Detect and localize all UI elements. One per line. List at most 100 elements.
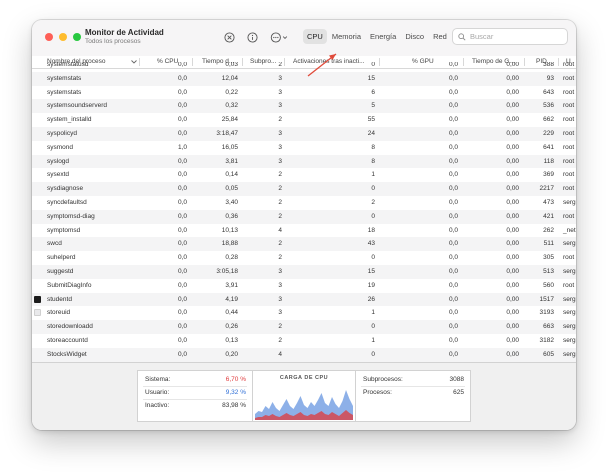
table-row[interactable]: SubmitDiagInfo 0,0 3,91 3 19 0,0 0,00 560 root [32, 279, 576, 293]
threads: 3 [278, 130, 282, 137]
gpu-percent: 0,0 [448, 337, 458, 344]
idle-wakeups: 0 [371, 254, 375, 262]
user: root [563, 62, 575, 68]
table-row[interactable]: storedownloadd 0,0 0,26 2 0 0,0 0,00 663 serg [32, 320, 576, 334]
user: serg [563, 268, 576, 275]
window-title: Monitor de Actividad [85, 28, 164, 37]
user: root [563, 185, 575, 193]
cpu-time: 3,91 [225, 281, 238, 289]
tab-red[interactable]: Red [429, 29, 451, 44]
cpu-time: 3,81 [225, 157, 238, 165]
stop-process-button[interactable] [223, 31, 235, 43]
search-input[interactable] [470, 32, 560, 41]
threads: 2 [278, 323, 282, 331]
table-row[interactable]: system_installd 0,0 25,84 2 55 0,0 0,00 662 root [32, 113, 576, 127]
idle-wakeups: 6 [371, 88, 375, 96]
process-name: storeuid [47, 309, 71, 317]
gpu-percent: 0,0 [448, 309, 458, 317]
table-row[interactable]: suggestd 0,0 3:05,18 3 15 0,0 0,00 513 serg [32, 265, 576, 279]
cpu-percent: 1,0 [177, 143, 187, 151]
idle-wakeups: 1 [371, 171, 375, 179]
traffic-lights [45, 33, 81, 41]
cpu-load-title: CARGA DE CPU [279, 375, 329, 381]
cpu-percent: 0,0 [177, 185, 187, 193]
threads: 3 [278, 281, 282, 289]
cpu-time: 25,84 [221, 116, 238, 124]
inspect-process-button[interactable] [246, 31, 258, 43]
table-row[interactable]: systemstats 0,0 12,04 3 15 0,0 0,00 93 root [32, 71, 576, 86]
gpu-percent: 0,0 [448, 74, 458, 82]
threads: 2 [278, 240, 282, 248]
table-row[interactable]: syslogd 0,0 3,81 3 8 0,0 0,00 118 root [32, 154, 576, 169]
cpu-percent: 0,0 [177, 350, 187, 358]
gpu-time: 0,00 [506, 171, 519, 179]
cpu-percent: 0,0 [177, 171, 187, 179]
cpu-percent: 0,0 [177, 212, 187, 220]
table-row[interactable]: storeuid 0,0 0,44 3 1 0,0 0,00 3193 serg [32, 306, 576, 320]
threads: 2 [278, 116, 282, 124]
process-name: suggestd [47, 268, 74, 275]
table-row[interactable]: suhelperd 0,0 0,28 2 0 0,0 0,00 305 root [32, 251, 576, 265]
gpu-percent: 0,0 [448, 240, 458, 248]
process-name: systemstatusd [47, 62, 89, 68]
cpu-percent: 0,0 [177, 102, 187, 110]
user: root [563, 130, 575, 137]
table-row[interactable]: symptomsd 0,0 10,13 4 18 0,0 0,00 262 _net [32, 224, 576, 238]
cpu-percent: 0,0 [177, 309, 187, 317]
cpu-time: 0,05 [225, 185, 238, 193]
tab-disco[interactable]: Disco [401, 29, 428, 44]
cpu-time: 0,32 [225, 102, 238, 110]
table-row[interactable]: systemstats 0,0 0,22 3 6 0,0 0,00 643 root [32, 86, 576, 100]
user: serg [563, 309, 576, 317]
user: root [563, 171, 575, 179]
cpu-time: 18,88 [221, 240, 238, 248]
more-actions-button[interactable] [269, 31, 289, 43]
pid: 421 [543, 212, 554, 220]
table-row[interactable]: sysmond 1,0 16,05 3 8 0,0 0,00 641 root [32, 141, 576, 155]
threads: 3 [278, 295, 282, 303]
table-row[interactable]: storeaccountd 0,0 0,13 2 1 0,0 0,00 3182 serg [32, 334, 576, 348]
process-count-panel: Subprocesos: 3088 Procesos: 625 [355, 370, 471, 422]
tab-bar: CPU Memoria Energía Disco Red [303, 29, 452, 44]
user: root [563, 116, 575, 124]
tab-memoria[interactable]: Memoria [328, 29, 365, 44]
table-row[interactable]: sysdiagnose 0,0 0,05 2 0 0,0 0,00 2217 root [32, 182, 576, 196]
system-label: Sistema: [145, 376, 171, 383]
search-field[interactable] [452, 28, 568, 45]
tab-cpu[interactable]: CPU [303, 29, 327, 44]
user: root [563, 74, 575, 82]
minimize-window-button[interactable] [59, 33, 67, 41]
table-row[interactable]: systemstatusd 0,0 0,03 2 0 0,0 0,00 388 root [32, 62, 576, 72]
tab-energia[interactable]: Energía [366, 29, 400, 44]
table-row[interactable]: sysextd 0,0 0,14 2 1 0,0 0,00 369 root [32, 168, 576, 182]
zoom-window-button[interactable] [73, 33, 81, 41]
close-window-button[interactable] [45, 33, 53, 41]
cpu-load-graph [255, 390, 353, 420]
gpu-percent: 0,0 [448, 199, 458, 206]
table-row[interactable]: swcd 0,0 18,88 2 43 0,0 0,00 511 serg [32, 237, 576, 252]
table-row[interactable]: StocksWidget 0,0 0,20 4 0 0,0 0,00 605 serg [32, 347, 576, 362]
gpu-time: 0,00 [506, 143, 519, 151]
gpu-percent: 0,0 [448, 295, 458, 303]
pid: 560 [543, 281, 554, 289]
idle-value: 83,98 % [222, 402, 246, 409]
threads: 3 [278, 309, 282, 317]
idle-wakeups: 0 [371, 212, 375, 220]
table-row[interactable]: studentd 0,0 4,19 3 26 0,0 0,00 1517 serg [32, 292, 576, 307]
table-row[interactable]: syspolicyd 0,0 3:18,47 3 24 0,0 0,00 229 root [32, 127, 576, 141]
threads: 2 [278, 337, 282, 344]
table-row[interactable]: symptomsd-diag 0,0 0,36 2 0 0,0 0,00 421 root [32, 209, 576, 224]
cpu-percent: 0,0 [177, 199, 187, 206]
pid: 511 [543, 240, 554, 248]
table-row[interactable]: systemsoundserverd 0,0 0,32 3 5 0,0 0,00 536 roo… [32, 99, 576, 114]
pid: 388 [543, 62, 554, 68]
idle-wakeups: 15 [367, 74, 375, 82]
gpu-time: 0,00 [506, 309, 519, 317]
process-name: syslogd [47, 157, 70, 165]
cpu-time: 3,40 [225, 199, 238, 206]
gpu-time: 0,00 [506, 295, 519, 303]
table-row[interactable]: syncdefaultsd 0,0 3,40 2 2 0,0 0,00 473 serg [32, 196, 576, 210]
idle-label: Inactivo: [145, 402, 170, 409]
idle-wakeups: 24 [367, 130, 375, 137]
process-name: systemstats [47, 88, 82, 96]
